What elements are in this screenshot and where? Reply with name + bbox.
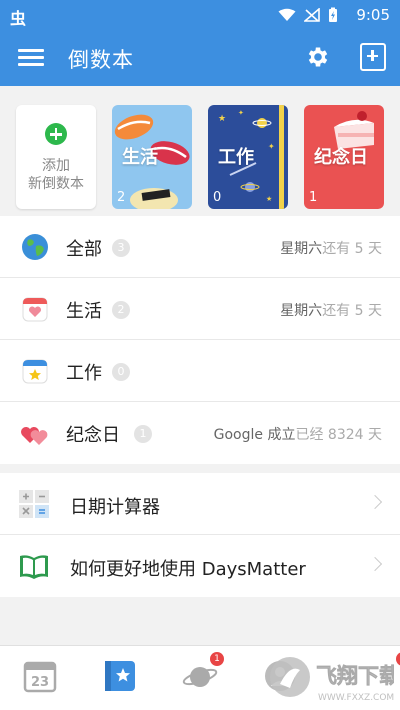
- svg-text:✦: ✦: [268, 142, 275, 151]
- status-time: 9:05: [356, 6, 390, 24]
- count-badge: 3: [112, 239, 130, 257]
- book-anniversary-count: 1: [309, 190, 318, 205]
- page-title: 倒数本: [68, 48, 134, 72]
- calendar-heart-icon: [22, 297, 48, 322]
- add-book-label: 添加 新倒数本: [28, 158, 84, 192]
- add-book-button[interactable]: 添加 新倒数本: [16, 105, 96, 209]
- menu-icon[interactable]: [18, 46, 44, 70]
- tab-discover[interactable]: 1: [182, 652, 224, 694]
- book-work-count: 0: [213, 190, 222, 205]
- svg-text:WWW.FXXZ.COM: WWW.FXXZ.COM: [318, 693, 394, 703]
- wifi-icon: [278, 8, 296, 21]
- site-watermark: 飞翔下载 WWW.FXXZ.COM: [268, 650, 394, 706]
- date-calculator-item[interactable]: 日期计算器: [0, 473, 400, 535]
- status-app-logo: 虫: [10, 9, 27, 28]
- category-item-anniversary[interactable]: 纪念日 1 Google 成立已经 8324 天: [0, 402, 400, 464]
- gear-icon[interactable]: [305, 44, 331, 70]
- count-badge: 0: [112, 363, 130, 381]
- globe-icon: [22, 234, 48, 260]
- book-life-count: 2: [117, 190, 126, 205]
- category-label: 生活: [66, 301, 102, 322]
- svg-text:✦: ✦: [238, 109, 244, 117]
- status-bar: 虫 9:05: [0, 0, 400, 30]
- svg-text:★: ★: [266, 195, 272, 203]
- tab-countdown-books[interactable]: [102, 658, 138, 694]
- category-item-life[interactable]: 生活 2 星期六还有 5 天: [0, 278, 400, 340]
- count-badge: 2: [112, 301, 130, 319]
- app-bar: 倒数本: [0, 30, 400, 86]
- svg-text:★: ★: [218, 114, 226, 124]
- book-icon: [20, 555, 48, 579]
- status-icons: [278, 7, 338, 23]
- count-badge: 1: [134, 425, 152, 443]
- category-label: 工作: [66, 363, 102, 384]
- tool-label: 日期计算器: [70, 497, 160, 518]
- book-work[interactable]: ★ ✦ ✦ ★ 工作 0: [208, 105, 288, 209]
- book-anniversary-name: 纪念日: [314, 147, 368, 168]
- usage-guide-item[interactable]: 如何更好地使用 DaysMatter: [0, 535, 400, 597]
- book-work-name: 工作: [218, 147, 254, 168]
- calculator-icon: [19, 490, 49, 518]
- star-book-icon: [105, 661, 135, 691]
- no-signal-icon: [304, 8, 320, 22]
- svg-text:23: 23: [31, 675, 49, 690]
- notification-badge: 1: [210, 652, 224, 666]
- hearts-icon: [21, 427, 48, 445]
- category-list: 全部 3 星期六还有 5 天 生活 2 星期六还有 5 天 工作 0 纪念日 1…: [0, 216, 400, 464]
- book-anniversary[interactable]: 纪念日 1: [304, 105, 384, 209]
- next-event: Google 成立已经 8324 天: [213, 427, 382, 443]
- next-event: 星期六还有 5 天: [280, 241, 382, 257]
- calendar-star-icon: [22, 359, 48, 384]
- category-item-all[interactable]: 全部 3 星期六还有 5 天: [0, 216, 400, 278]
- chevron-right-icon: [367, 556, 383, 572]
- category-item-work[interactable]: 工作 0: [0, 340, 400, 402]
- chevron-right-icon: [367, 494, 383, 510]
- category-label: 全部: [66, 239, 102, 260]
- watermark-logo: 飞翔下载 WWW.FXXZ.COM: [270, 657, 394, 703]
- tools-list: 日期计算器 如何更好地使用 DaysMatter: [0, 473, 400, 597]
- calendar-icon: 23: [23, 661, 57, 693]
- category-label: 纪念日: [66, 425, 120, 446]
- countdown-books: 添加 新倒数本 生活 2 ★ ✦ ✦ ★ 工作 0 纪念日 1: [0, 86, 400, 216]
- book-life[interactable]: 生活 2: [112, 105, 192, 209]
- book-life-name: 生活: [122, 147, 158, 168]
- add-event-button[interactable]: [360, 43, 386, 71]
- notification-badge: 1: [396, 652, 400, 666]
- battery-charging-icon: [329, 7, 337, 22]
- next-event: 星期六还有 5 天: [280, 303, 382, 319]
- svg-text:飞翔下载: 飞翔下载: [316, 664, 394, 688]
- plus-icon: [45, 123, 67, 145]
- tab-calendar[interactable]: 23: [22, 658, 58, 694]
- tool-label: 如何更好地使用 DaysMatter: [70, 559, 306, 580]
